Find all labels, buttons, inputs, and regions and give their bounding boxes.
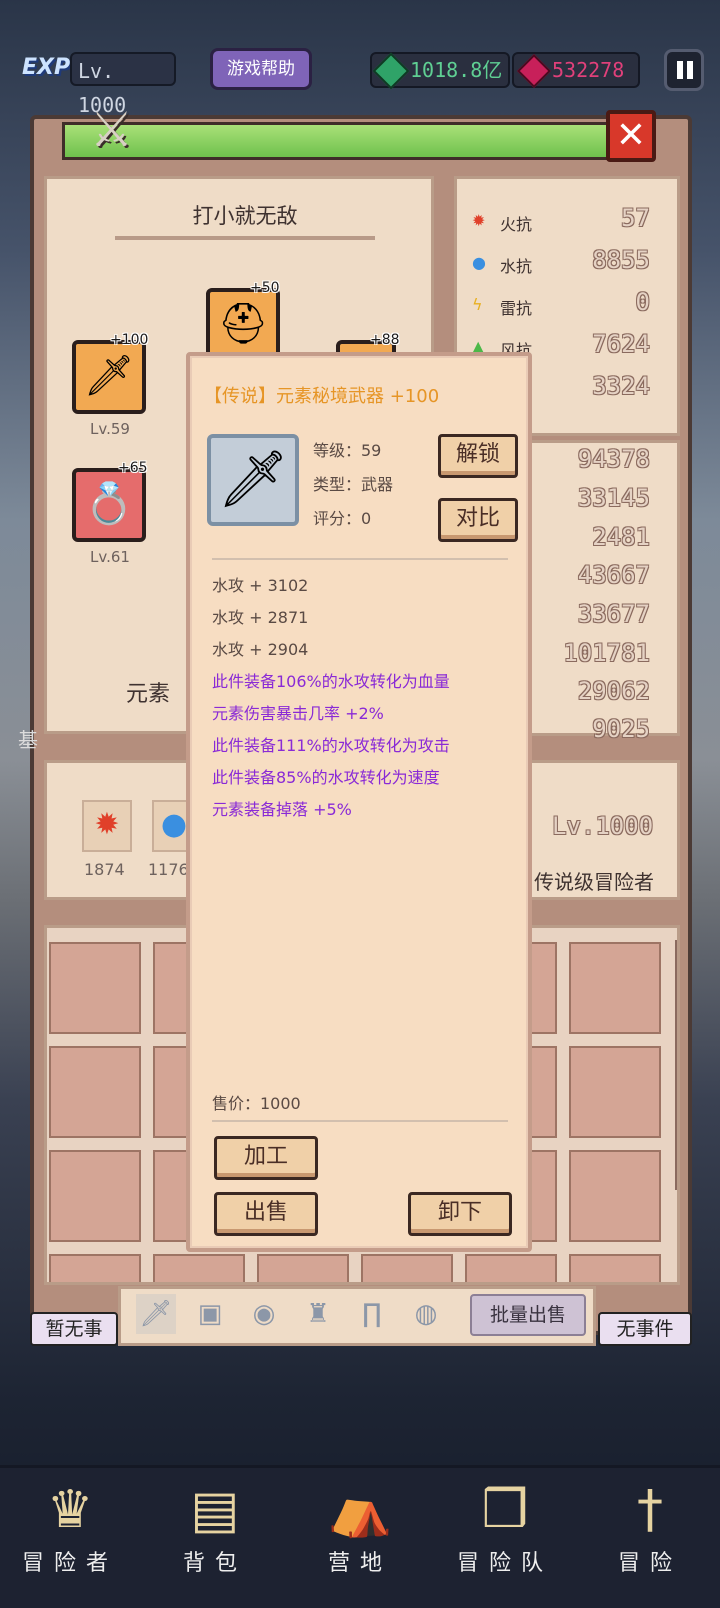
water-icon: ● (472, 253, 486, 272)
water-resist-row: ● 水抗 8855 (472, 246, 650, 276)
batch-sell-button[interactable]: 批量出售 (470, 1294, 586, 1336)
camp-icon: ⛺ (327, 1480, 393, 1540)
helmet-icon: ♛ (46, 1480, 94, 1540)
unequip-button[interactable]: 卸下 (408, 1192, 512, 1236)
helmet-plus: +50 (250, 280, 280, 296)
armor-plus: +88 (370, 332, 400, 348)
fire-icon: ✹ (472, 211, 486, 230)
item-special-attribute: 元素伤害暴击几率 +2% (212, 704, 384, 723)
inventory-slot[interactable] (49, 1150, 141, 1242)
weapon-slot[interactable]: 🗡 (72, 340, 146, 414)
item-special-attribute: 元素装备掉落 +5% (212, 800, 352, 819)
item-special-attribute: 此件装备111%的水攻转化为攻击 (212, 736, 450, 755)
gem-currency: 1018.8亿 (370, 52, 510, 90)
item-score: 评分：0 (313, 509, 372, 528)
crossed-swords-icon: ⚔ (90, 102, 134, 158)
tab-body-icon[interactable]: ♜ (298, 1294, 338, 1334)
book-icon: ❒ (481, 1480, 529, 1540)
inventory-slot[interactable] (569, 942, 661, 1034)
close-button[interactable]: ✕ (606, 110, 656, 162)
element-set-label: 元素 (126, 682, 171, 707)
base-label-partial: 基 (18, 728, 38, 752)
emerald-icon (372, 52, 410, 90)
tab-weapon-icon[interactable]: 🗡 (136, 1294, 176, 1334)
no-event-left: 暂无事 (30, 1312, 118, 1346)
ruby-currency: 532278 (512, 52, 640, 88)
backpack-icon: ▤ (190, 1480, 240, 1540)
item-attribute: 水攻 + 2904 (212, 640, 309, 659)
weapon-plus: +100 (110, 332, 149, 348)
lightning-icon: ϟ (472, 295, 483, 314)
player-level: Lv. 1000 (70, 52, 176, 117)
sword-icon: 🗡 (83, 353, 135, 399)
tab-pants-icon[interactable]: ∏ (352, 1294, 392, 1334)
item-type: 类型：武器 (313, 475, 394, 494)
gem-amount: 1018.8亿 (410, 58, 503, 82)
item-attribute: 水攻 + 3102 (212, 576, 309, 595)
sword-icon: 🗡 (217, 447, 289, 512)
unlock-button[interactable]: 解锁 (438, 434, 518, 478)
hero-level: Lv.1000 (552, 812, 654, 840)
ring-level: Lv.61 (90, 548, 130, 566)
tab-accessory-icon[interactable]: ◍ (406, 1294, 446, 1334)
item-special-attribute: 此件装备85%的水攻转化为速度 (212, 768, 440, 787)
tab-armor-icon[interactable]: ▣ (190, 1294, 230, 1334)
no-event-right: 无事件 (598, 1312, 692, 1346)
inventory-slot[interactable] (49, 942, 141, 1034)
item-attribute: 水攻 + 2871 (212, 608, 309, 627)
inventory-slot[interactable] (49, 1046, 141, 1138)
helmet-slot[interactable]: ⛑ (206, 288, 280, 362)
process-button[interactable]: 加工 (214, 1136, 318, 1180)
dialog-divider (212, 558, 508, 560)
pause-button[interactable] (664, 49, 704, 91)
inventory-slot[interactable] (257, 1254, 349, 1282)
ruby-icon (517, 54, 551, 88)
sword-icon: † (637, 1480, 663, 1540)
item-special-attribute: 此件装备106%的水攻转化为血量 (212, 672, 450, 691)
nav-backpack[interactable]: ▤ 背包 (145, 1475, 285, 1603)
item-level: 等级：59 (313, 441, 382, 460)
inventory-slot[interactable] (569, 1254, 661, 1282)
item-price: 售价：1000 (212, 1094, 301, 1113)
inventory-slot[interactable] (569, 1150, 661, 1242)
helmet-icon: ⛑ (217, 301, 269, 347)
name-divider (115, 236, 375, 240)
nav-adventurer[interactable]: ♛ 冒险者 (0, 1475, 140, 1603)
hero-title: 传说级冒险者 (534, 870, 654, 894)
inventory-slot[interactable] (49, 1254, 141, 1282)
inventory-slot[interactable] (153, 1254, 245, 1282)
item-icon: 🗡 (207, 434, 299, 526)
inventory-slot[interactable] (569, 1046, 661, 1138)
weapon-level: Lv.59 (90, 420, 130, 438)
game-help-button[interactable]: 游戏帮助 (210, 48, 312, 90)
nav-team[interactable]: ❒ 冒险队 (435, 1475, 575, 1603)
compare-button[interactable]: 对比 (438, 498, 518, 542)
nav-adventure[interactable]: † 冒险 (580, 1475, 720, 1603)
ring-slot[interactable]: 💍 (72, 468, 146, 542)
inventory-slot[interactable] (361, 1254, 453, 1282)
fire-crystal-icon: ✹ (82, 800, 132, 852)
dialog-divider (212, 1120, 508, 1122)
item-title: 【传说】元素秘境武器 +100 (204, 386, 440, 407)
ring-plus: +65 (118, 460, 148, 476)
ruby-amount: 532278 (552, 58, 625, 82)
sell-button[interactable]: 出售 (214, 1192, 318, 1236)
water-crystal-count: 1176 (148, 860, 189, 879)
player-name: 打小就无敌 (192, 204, 298, 228)
fire-resist-row: ✹ 火抗 57 (472, 204, 650, 234)
fire-crystal-count: 1874 (84, 860, 125, 879)
inventory-scrollbar[interactable] (675, 940, 677, 1190)
lightning-resist-row: ϟ 雷抗 0 (472, 288, 650, 318)
ring-icon: 💍 (84, 481, 134, 527)
nav-camp[interactable]: ⛺ 营地 (290, 1475, 430, 1603)
tab-helmet-icon[interactable]: ◉ (244, 1294, 284, 1334)
inventory-slot[interactable] (465, 1254, 557, 1282)
exp-label: EXP (22, 55, 71, 80)
